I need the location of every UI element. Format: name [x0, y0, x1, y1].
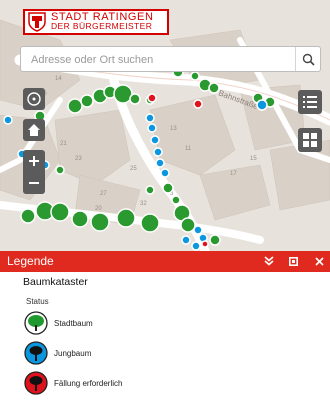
legend-header: Legende	[0, 251, 330, 272]
svg-text:25: 25	[130, 166, 137, 172]
maximize-button[interactable]	[286, 254, 300, 268]
svg-text:14: 14	[55, 76, 62, 82]
legend-item-label: Fällung erforderlich	[54, 378, 123, 388]
layers-button[interactable]	[298, 128, 322, 152]
home-button[interactable]	[23, 119, 45, 141]
green-tree-icon	[24, 311, 48, 335]
legend-item-label: Stadtbaum	[54, 318, 93, 328]
legend-section-title: Baumkataster	[23, 276, 88, 288]
zoom-controls	[23, 150, 45, 194]
svg-text:13: 13	[170, 126, 177, 132]
svg-text:20: 20	[95, 206, 102, 212]
svg-text:11: 11	[185, 146, 192, 152]
search-input[interactable]	[29, 50, 291, 70]
legend-item-label: Jungbaum	[54, 348, 92, 358]
legend-toggle-button[interactable]	[298, 90, 322, 114]
crosshair-icon	[27, 92, 41, 106]
svg-text:32: 32	[140, 201, 147, 207]
chevron-double-down-icon	[264, 256, 274, 266]
map-base: 161413 112123 251517 322720 3 Bahnstraße	[0, 19, 330, 251]
legend-item-stadtbaum: Stadtbaum	[24, 311, 93, 335]
list-icon	[303, 96, 317, 108]
logo-subtitle: DER BÜRGERMEISTER	[51, 21, 153, 31]
search-button[interactable]	[295, 47, 320, 71]
legend-item-jungbaum: Jungbaum	[24, 341, 91, 365]
svg-text:23: 23	[75, 156, 82, 162]
close-icon	[314, 256, 324, 266]
svg-text:21: 21	[60, 141, 67, 147]
red-tree-icon	[24, 371, 48, 395]
search-icon	[302, 53, 315, 66]
zoom-out-button[interactable]	[23, 172, 45, 194]
legend-item-faellung: Fällung erforderlich	[24, 371, 122, 395]
collapse-button[interactable]	[262, 254, 276, 268]
close-button[interactable]	[312, 254, 326, 268]
svg-text:15: 15	[250, 156, 257, 162]
svg-text:27: 27	[100, 191, 107, 197]
legend-title: Legende	[7, 254, 54, 268]
home-icon	[28, 124, 40, 136]
zoom-in-button[interactable]	[23, 150, 45, 172]
minus-icon	[29, 182, 39, 184]
legend-status-label: Status	[26, 297, 49, 306]
blue-tree-icon	[24, 341, 48, 365]
plus-icon	[29, 156, 39, 166]
square-icon	[288, 256, 298, 266]
svg-text:17: 17	[230, 171, 237, 177]
locate-button[interactable]	[23, 88, 45, 110]
city-logo: STADT RATINGEN DER BÜRGERMEISTER	[23, 9, 169, 35]
grid-icon	[303, 133, 317, 147]
map-view[interactable]: 161413 112123 251517 322720 3 Bahnstraße	[0, 0, 330, 251]
coat-of-arms-icon	[28, 12, 46, 32]
search-bar	[20, 46, 321, 72]
